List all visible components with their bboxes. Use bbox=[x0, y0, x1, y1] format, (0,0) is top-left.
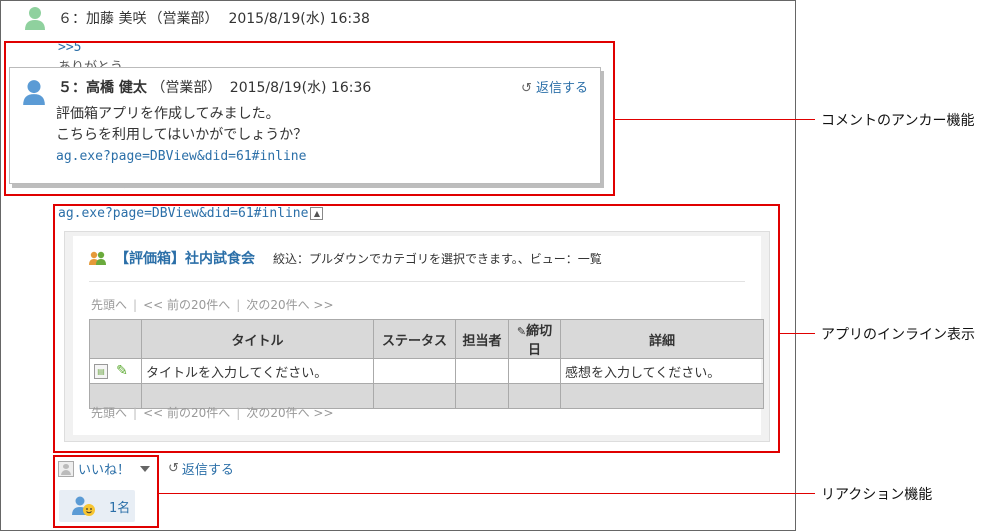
callout-reaction: リアクション機能 bbox=[821, 487, 933, 503]
reply-button[interactable]: ↺ 返信する bbox=[168, 459, 234, 478]
highlight-anchor bbox=[4, 41, 615, 196]
reply-label: 返信する bbox=[181, 463, 234, 478]
highlight-inline-app bbox=[53, 204, 780, 453]
comment-header: ６：加藤 美咲 （営業部） 2015/8/19(水) 16:38 bbox=[24, 6, 370, 30]
reply-icon: ↺ bbox=[168, 461, 179, 476]
comment-datetime: 2015/8/19(水) 16:38 bbox=[228, 11, 370, 27]
callout-line-anchor bbox=[615, 119, 815, 120]
callout-line-inline bbox=[780, 333, 815, 334]
user-avatar-icon bbox=[25, 7, 45, 30]
callout-anchor: コメントのアンカー機能 bbox=[821, 113, 975, 129]
comment-dept: （営業部） bbox=[148, 11, 219, 27]
highlight-reaction bbox=[53, 455, 159, 528]
comment-author: ６：加藤 美咲 bbox=[58, 11, 147, 27]
callout-line-reaction bbox=[159, 493, 815, 494]
callout-inline: アプリのインライン表示 bbox=[821, 327, 975, 343]
